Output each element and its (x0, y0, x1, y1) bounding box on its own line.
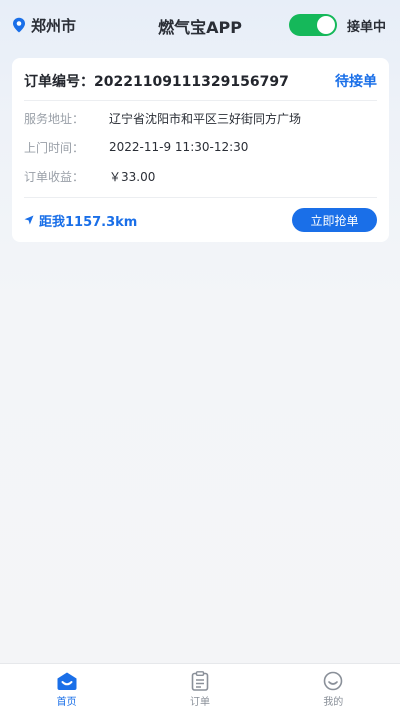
income-row: 订单收益： ￥33.00 (24, 166, 155, 186)
bottom-tab-bar: 首页 订单 我的 (0, 663, 400, 711)
order-number: 订单编号：20221109111329156797 (24, 71, 289, 91)
address-value: 辽宁省沈阳市和平区三好街同方广场 (109, 111, 302, 126)
clipboard-icon (191, 671, 209, 691)
tab-orders[interactable]: 订单 (133, 664, 266, 711)
navigation-arrow-icon (24, 215, 34, 225)
order-card-footer: 距我1157.3km 立即抢单 (24, 208, 377, 232)
city-name: 郑州市 (31, 16, 77, 35)
city-selector[interactable]: 郑州市 (12, 14, 76, 36)
income-label: 订单收益： (24, 169, 85, 184)
visit-time-label: 上门时间： (24, 140, 85, 155)
order-status-badge: 待接单 (335, 74, 377, 90)
address-row: 服务地址： 辽宁省沈阳市和平区三好街同方广场 (24, 108, 301, 128)
accepting-orders-toggle[interactable] (288, 14, 337, 36)
accepting-orders-control: 接单中 (288, 13, 386, 37)
order-card[interactable]: 订单编号：20221109111329156797 待接单 服务地址： 辽宁省沈… (12, 58, 389, 242)
visit-time-row: 上门时间： 2022-11-9 11:30-12:30 (24, 137, 248, 157)
divider (24, 100, 377, 101)
tab-profile[interactable]: 我的 (267, 664, 400, 711)
order-number-label: 订单编号： (24, 74, 94, 90)
distance: 距我1157.3km (24, 211, 137, 230)
order-number-value: 20221109111329156797 (94, 74, 289, 90)
toggle-knob (316, 16, 335, 34)
tab-profile-label: 我的 (323, 697, 344, 708)
divider (24, 197, 377, 198)
accepting-orders-label: 接单中 (346, 19, 386, 35)
tab-home[interactable]: 首页 (0, 664, 133, 711)
tab-orders-label: 订单 (189, 697, 210, 708)
location-pin-icon (13, 17, 25, 33)
address-label: 服务地址： (24, 111, 85, 126)
tab-home-label: 首页 (56, 697, 77, 708)
top-header: 郑州市 燃气宝APP 接单中 (0, 0, 400, 50)
order-card-header: 订单编号：20221109111329156797 待接单 (24, 70, 377, 92)
income-value: ￥33.00 (109, 169, 156, 184)
smiley-icon (324, 671, 343, 691)
grab-order-button[interactable]: 立即抢单 (292, 208, 377, 232)
visit-time-value: 2022-11-9 11:30-12:30 (109, 140, 249, 154)
home-icon (57, 672, 77, 690)
distance-value: 距我1157.3km (39, 214, 138, 230)
